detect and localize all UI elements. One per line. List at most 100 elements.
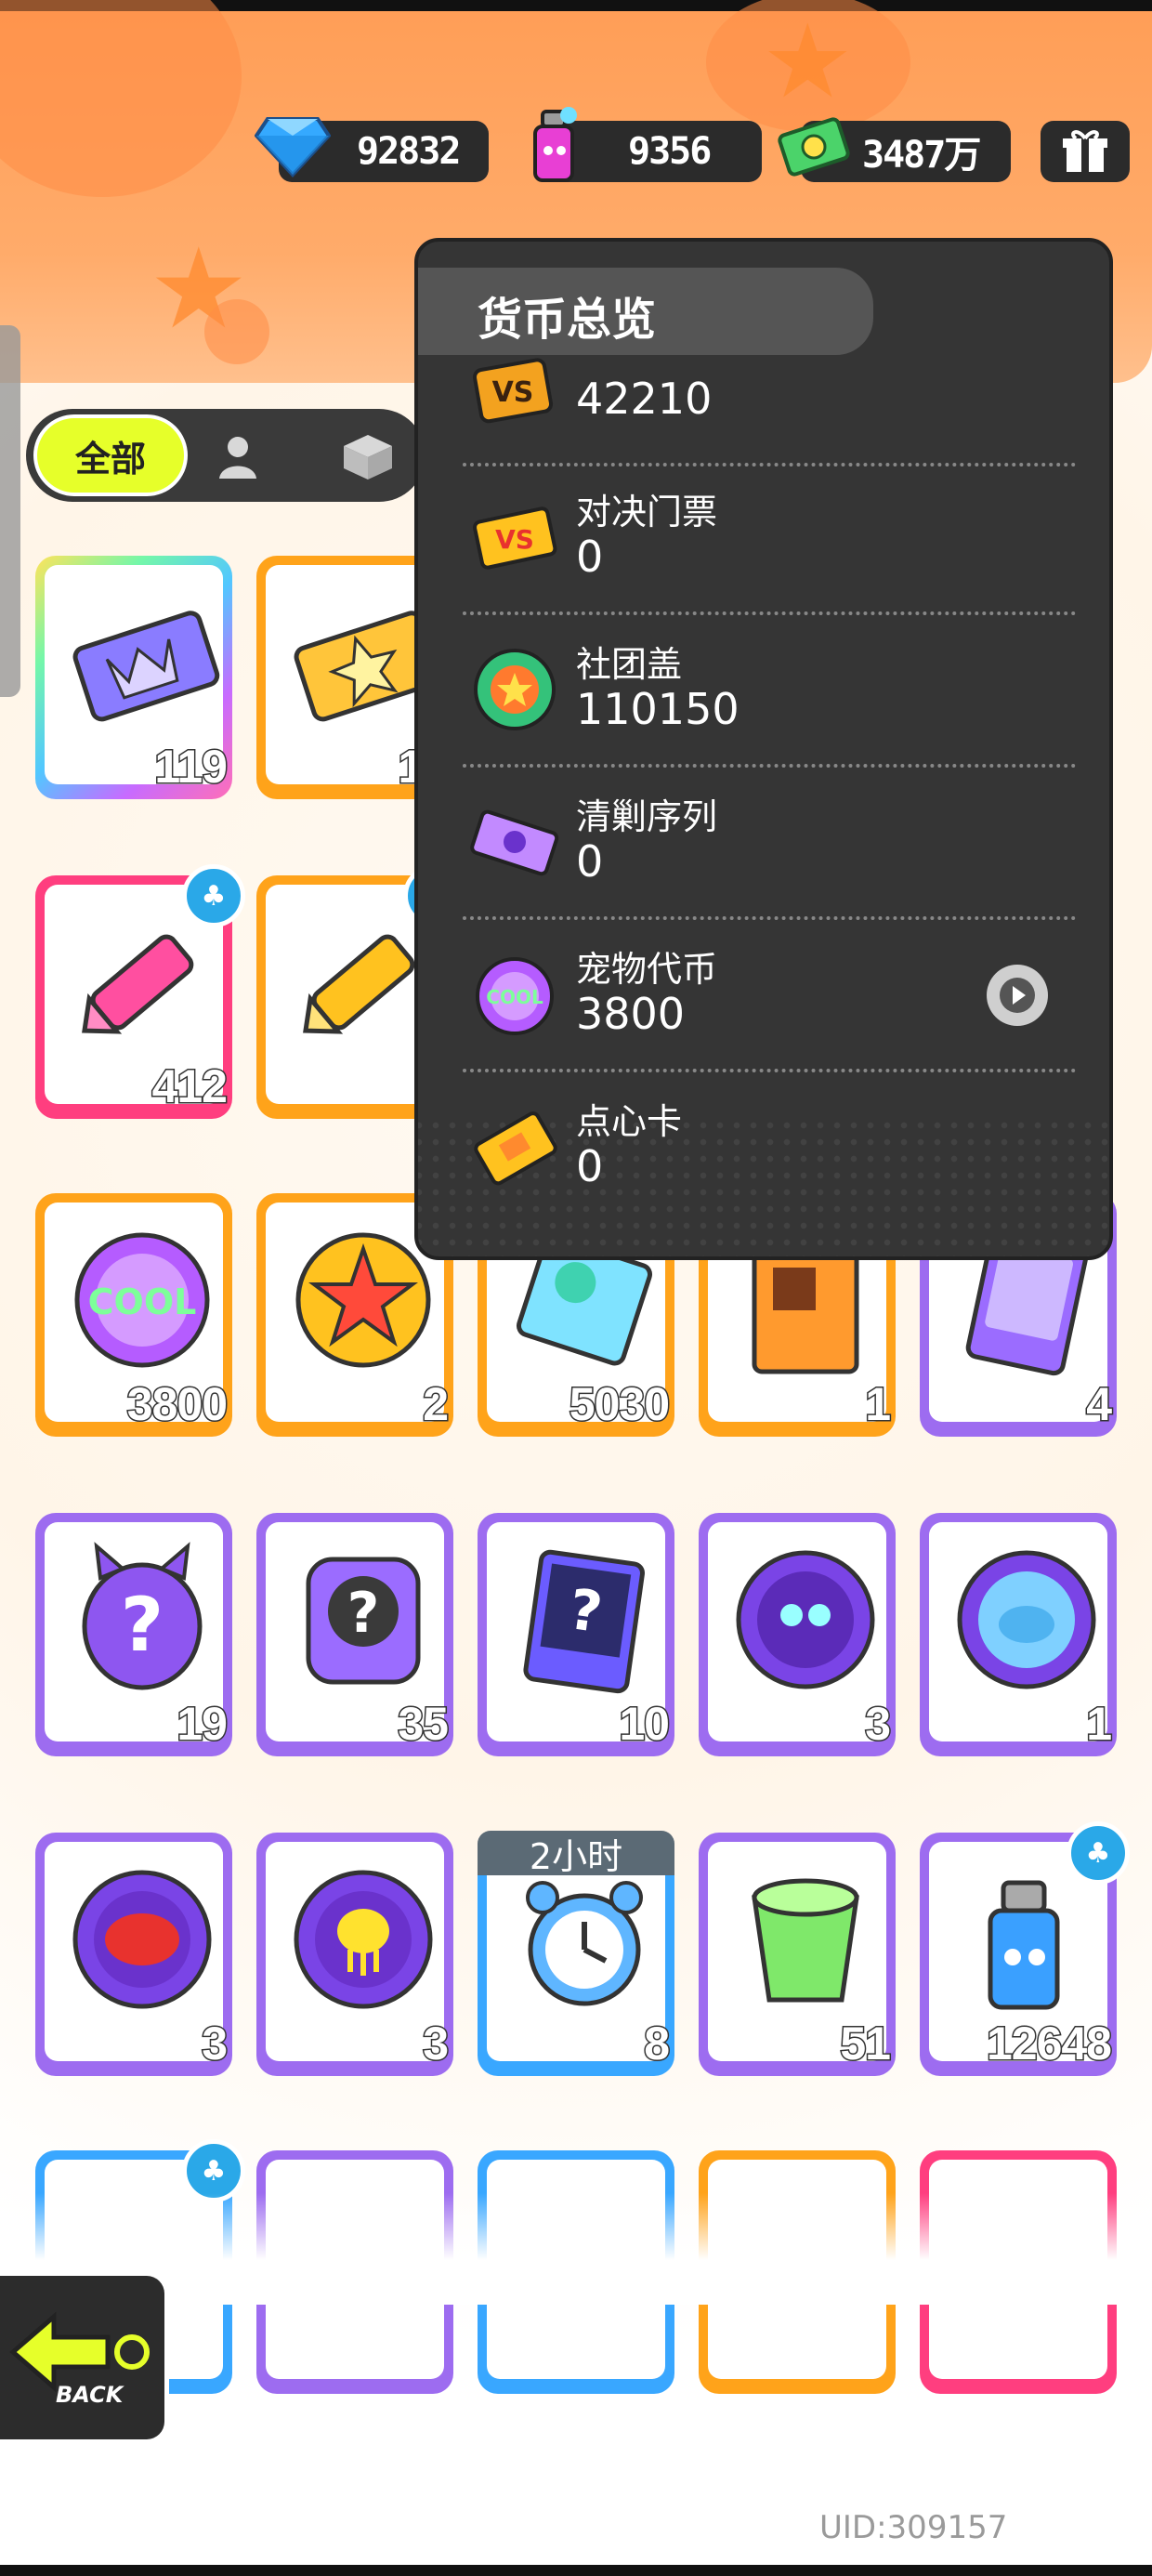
item-count: 2 bbox=[422, 1377, 451, 1432]
currency-name: 点心卡 bbox=[576, 1101, 683, 1142]
item-count: 3 bbox=[422, 2017, 451, 2071]
item-count: 19 bbox=[176, 1697, 229, 1752]
cash-currency[interactable]: 3487万 bbox=[778, 117, 1011, 182]
vs-badge-icon: VS bbox=[473, 358, 554, 424]
currency-name: 清剿序列 bbox=[576, 796, 718, 837]
scroll-fade bbox=[0, 2193, 1152, 2305]
currency-overview-popup: 货币总览 VS 42210 VS 对决门票 0 社团盖 110150 清剿序列 … bbox=[414, 238, 1113, 1260]
tab-character[interactable] bbox=[210, 429, 266, 485]
spray-can-icon bbox=[513, 106, 593, 186]
item-count: 1 bbox=[864, 1377, 893, 1432]
currency-amount: 42210 bbox=[576, 374, 713, 424]
box-icon bbox=[344, 435, 392, 480]
item-count: 51 bbox=[839, 2017, 893, 2071]
item-count: 3800 bbox=[125, 1377, 229, 1432]
currency-amount: 3800 bbox=[576, 989, 686, 1039]
purple-ticket-icon bbox=[470, 809, 559, 876]
inventory-item[interactable]: ? 35 bbox=[256, 1513, 453, 1756]
item-count: 8 bbox=[643, 2017, 672, 2071]
bottle-cap-icon bbox=[474, 649, 556, 730]
inventory-item[interactable]: 119 bbox=[35, 556, 232, 799]
inventory-item[interactable]: 3 bbox=[35, 1833, 232, 2076]
user-id: UID:309157 bbox=[819, 2509, 1008, 2546]
spray-currency[interactable]: 9356 bbox=[533, 107, 762, 182]
gift-button[interactable] bbox=[1041, 121, 1130, 182]
currency-name: 社团盖 bbox=[576, 644, 683, 685]
item-count: 5030 bbox=[568, 1377, 671, 1432]
item-count: 119 bbox=[153, 740, 229, 795]
popup-title: 货币总览 bbox=[478, 294, 657, 346]
inventory-item[interactable]: 1 bbox=[920, 1513, 1117, 1756]
piranha-pet-orb-icon bbox=[72, 1870, 212, 2009]
mystery-travel-card-icon: ? bbox=[523, 1549, 645, 1694]
currency-row: 清剿序列 0 bbox=[463, 771, 1076, 920]
currency-amount: 0 bbox=[576, 836, 604, 887]
palm-tree-badge-icon: ♣ bbox=[1067, 1821, 1130, 1885]
inventory-item[interactable]: 3 bbox=[256, 1833, 453, 2076]
item-count: 3 bbox=[864, 1697, 893, 1752]
svg-text:?: ? bbox=[121, 1582, 164, 1668]
pink-crayon-icon bbox=[82, 934, 194, 1034]
cash-amount: 3487万 bbox=[862, 134, 981, 177]
item-count: 412 bbox=[151, 1059, 229, 1114]
item-count: 4 bbox=[1085, 1377, 1114, 1432]
side-drawer-handle[interactable] bbox=[0, 325, 20, 697]
play-arrow-icon bbox=[1000, 978, 1035, 1013]
tab-items[interactable] bbox=[340, 429, 396, 485]
item-count: 3 bbox=[201, 2017, 229, 2071]
spray-can-icon bbox=[988, 1880, 1060, 2010]
alarm-clock-icon bbox=[526, 1881, 643, 2006]
item-count: 12648 bbox=[985, 2017, 1113, 2071]
inventory-item[interactable]: ? 10 bbox=[478, 1513, 674, 1756]
item-count: 1 bbox=[1085, 1697, 1114, 1752]
inventory-screen: ★ ★ 92832 9356 3487万 全部 119 ♣ 412 COOL 3… bbox=[0, 0, 1152, 2576]
svg-text:VS: VS bbox=[495, 524, 534, 555]
inventory-item[interactable]: COOL 3800 bbox=[35, 1193, 232, 1437]
svg-text:COOL: COOL bbox=[88, 1281, 197, 1322]
currency-amount: 0 bbox=[576, 1141, 604, 1191]
currency-name: 对决门票 bbox=[576, 492, 718, 532]
currency-name: 宠物代币 bbox=[576, 949, 718, 990]
currency-row: 社团盖 110150 bbox=[463, 619, 1076, 768]
fish-pet-orb-icon bbox=[957, 1550, 1096, 1689]
inventory-item[interactable]: ♣ 412 bbox=[35, 864, 245, 1119]
currency-row: VS 42210 bbox=[463, 358, 1076, 467]
navigation-bar bbox=[0, 2565, 1152, 2576]
item-count: 10 bbox=[618, 1697, 672, 1752]
back-button[interactable]: BACK bbox=[0, 2271, 169, 2444]
inventory-item[interactable]: 2小时 8 bbox=[478, 1831, 674, 2076]
currency-row: VS 对决门票 0 bbox=[463, 467, 1076, 615]
svg-text:VS: VS bbox=[492, 376, 534, 409]
palm-tree-badge-icon: ♣ bbox=[182, 864, 245, 927]
inventory-item[interactable]: 3 bbox=[699, 1513, 896, 1756]
diamond-currency[interactable]: 92832 bbox=[255, 117, 489, 182]
mystery-pet-icon: ? bbox=[82, 1542, 203, 1690]
crown-ticket-icon bbox=[72, 611, 220, 722]
star-decoration-icon: ★ bbox=[762, 2, 854, 121]
currency-amount: 0 bbox=[576, 532, 604, 582]
tab-all[interactable]: 全部 bbox=[33, 414, 188, 496]
currency-amount: 110150 bbox=[576, 684, 740, 734]
person-icon bbox=[219, 437, 256, 479]
diamond-amount: 92832 bbox=[357, 130, 461, 173]
spray-amount: 9356 bbox=[628, 130, 712, 173]
inventory-item[interactable]: ♣ 12648 bbox=[920, 1821, 1130, 2076]
inventory-item[interactable]: 51 bbox=[699, 1833, 896, 2076]
jellyfish-pet-orb-icon bbox=[294, 1870, 433, 2009]
item-count: 35 bbox=[397, 1697, 451, 1752]
row-divider bbox=[463, 611, 1076, 615]
svg-text:?: ? bbox=[347, 1581, 380, 1646]
cash-icon bbox=[775, 106, 855, 186]
go-to-button[interactable] bbox=[987, 965, 1048, 1026]
inventory-item[interactable]: ? 19 bbox=[35, 1513, 232, 1756]
mystery-deity-icon: ? bbox=[306, 1557, 421, 1685]
pet-token-icon: COOL bbox=[476, 957, 554, 1035]
back-label: BACK bbox=[56, 2382, 124, 2408]
diamond-icon bbox=[253, 106, 333, 186]
bat-pet-orb-icon bbox=[736, 1550, 875, 1689]
row-divider bbox=[463, 764, 1076, 768]
currency-row: COOL 宠物代币 3800 bbox=[463, 924, 1076, 1072]
row-divider bbox=[463, 916, 1076, 920]
open-cup-icon bbox=[752, 1878, 859, 2003]
timer-badge: 2小时 bbox=[478, 1831, 674, 1877]
